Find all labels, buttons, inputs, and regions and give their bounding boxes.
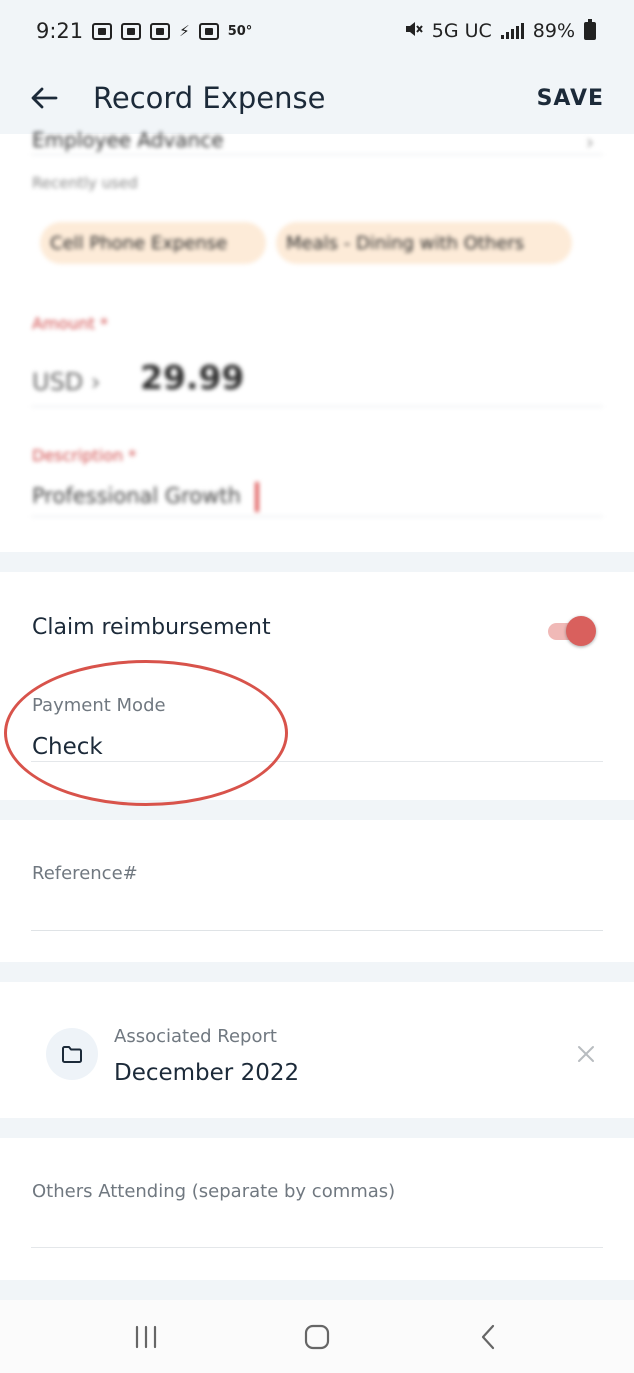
reference-label: Reference# [32,863,138,884]
home-button[interactable] [287,1312,347,1362]
amount-label: Amount * [32,314,108,333]
claim-reimbursement-label: Claim reimbursement [32,615,271,640]
reference-input[interactable] [31,930,603,931]
expense-details-card: Employee Advance › Recently used Cell Ph… [0,128,634,552]
message-icon [121,22,142,40]
description-label: Description * [32,446,137,465]
chevron-right-icon: › [586,130,594,154]
category-underline [31,154,603,155]
description-underline [31,516,603,517]
system-back-button[interactable] [458,1312,518,1362]
others-attending-card: Others Attending (separate by commas) [0,1138,634,1280]
payment-mode-label: Payment Mode [32,695,166,716]
reference-card: Reference# [0,820,634,962]
associated-report-value[interactable]: December 2022 [114,1060,299,1086]
lightning-icon: ⚡ [179,21,190,40]
text-cursor [255,482,259,512]
reimbursement-card: Claim reimbursement Payment Mode Check [0,572,634,806]
system-nav-bar [0,1300,634,1373]
highlight-annotation [4,660,288,806]
home-icon [304,1324,330,1349]
folder-icon [62,1046,82,1063]
amount-input[interactable]: 29.99 [140,358,244,397]
arrow-left-icon [31,87,58,109]
payment-mode-field[interactable]: Check [32,734,103,760]
battery-icon [584,19,596,40]
save-button[interactable]: SAVE [537,86,604,111]
others-attending-input[interactable] [31,1247,603,1248]
blurred-region: Employee Advance › Recently used Cell Ph… [0,128,634,552]
back-button[interactable] [28,82,60,114]
remove-report-button[interactable] [572,1040,600,1068]
battery-percent: 89% [532,20,575,42]
claim-reimbursement-toggle[interactable] [548,616,598,646]
recently-used-label: Recently used [32,174,138,192]
recents-button[interactable] [116,1312,176,1362]
status-temperature: 50° [227,23,253,39]
description-input[interactable]: Professional Growth [32,484,241,508]
status-right: 5G UC 89% [403,19,596,43]
others-attending-label: Others Attending (separate by commas) [32,1181,396,1202]
status-time: 9:21 [36,19,84,43]
voicemail-icon [92,22,113,40]
close-icon [578,1046,594,1062]
payment-mode-underline [31,761,603,762]
recent-category-chip[interactable]: Meals - Dining with Others [276,222,572,264]
image-icon [198,22,219,40]
mute-icon [403,19,423,43]
currency-selector[interactable]: USD › [32,368,101,396]
toggle-knob [566,616,596,646]
clock-app-icon [150,22,171,40]
chevron-left-icon [482,1324,495,1349]
app-bar: Record Expense SAVE [0,62,634,134]
recents-icon [135,1325,156,1348]
status-bar: 9:21 ⚡ 50° 5G UC 89% [0,0,634,62]
network-type: 5G UC [431,20,492,42]
status-left: 9:21 ⚡ 50° [36,19,252,43]
folder-icon-container [46,1028,98,1080]
category-field[interactable]: Employee Advance [32,128,224,152]
amount-underline [31,406,603,407]
associated-report-card[interactable]: Associated Report December 2022 [0,982,634,1118]
page-title: Record Expense [93,81,326,115]
signal-icon [500,23,524,39]
recent-category-chip[interactable]: Cell Phone Expense [40,222,266,264]
associated-report-label: Associated Report [114,1026,277,1047]
